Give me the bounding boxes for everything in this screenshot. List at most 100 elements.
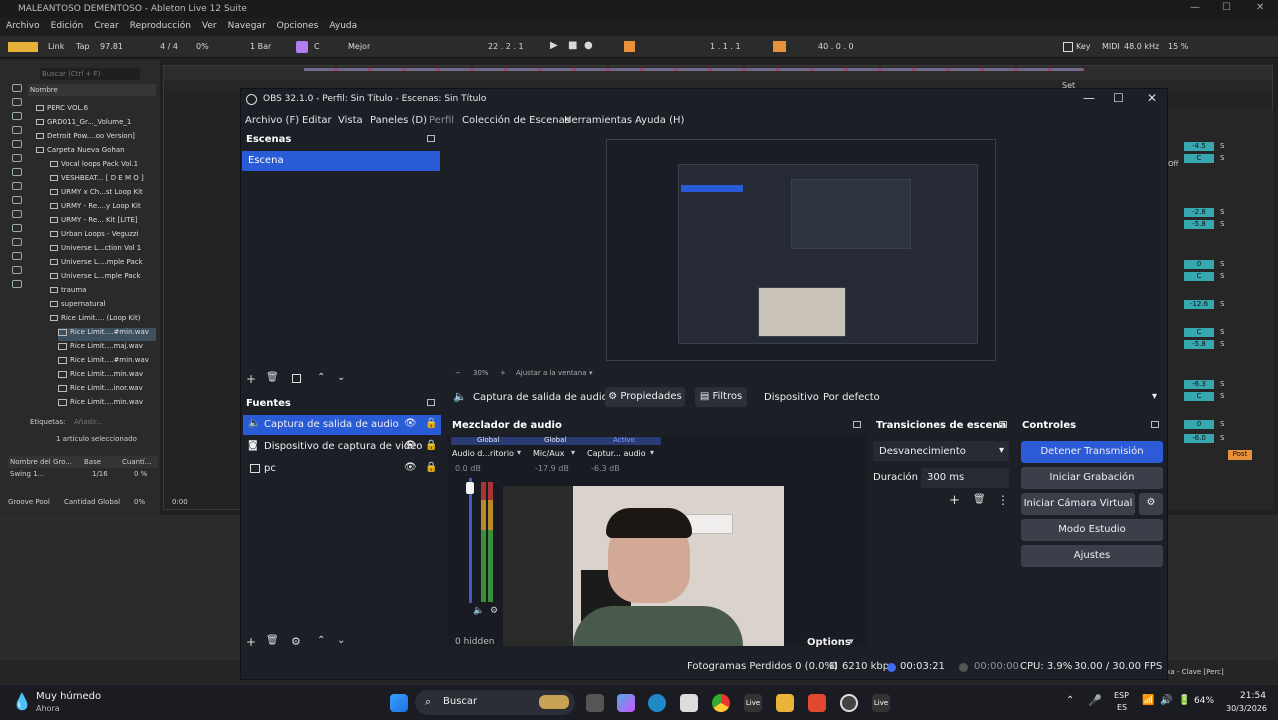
quality-menu[interactable]: Mejor: [348, 42, 370, 51]
browser-file[interactable]: Rice Limit....min.wav: [58, 370, 156, 383]
mute-speaker-icon[interactable]: 🔈: [473, 606, 484, 616]
track-solo-icon[interactable]: S: [1220, 300, 1224, 308]
obs-menu-vista[interactable]: Vista: [338, 115, 363, 126]
track-solo-icon[interactable]: S: [1220, 220, 1224, 228]
zoom-out-icon[interactable]: −: [455, 369, 461, 377]
language[interactable]: ESP: [1114, 691, 1129, 700]
weather-icon[interactable]: 💧: [12, 692, 32, 711]
browser-file[interactable]: Rice Limit....maj.wav: [58, 342, 156, 355]
obs-close-icon[interactable]: ✕: [1147, 91, 1157, 105]
menu-crear[interactable]: Crear: [88, 18, 124, 31]
key-root[interactable]: C: [314, 42, 320, 51]
track-volume[interactable]: -6.3: [1184, 380, 1214, 389]
dock-popout-icon[interactable]: [427, 399, 435, 406]
settings-button[interactable]: Ajustes: [1021, 545, 1163, 567]
menu-archivo[interactable]: Archivo: [0, 18, 45, 31]
channel-mic-aux[interactable]: Mic/Aux: [533, 449, 565, 458]
obs-maximize-icon[interactable]: ☐: [1113, 91, 1124, 105]
track-solo-icon[interactable]: S: [1220, 392, 1224, 400]
track-volume[interactable]: -2.8: [1184, 208, 1214, 217]
obs-menu-coleccion[interactable]: Colección de Escenas: [462, 115, 570, 126]
filters-button[interactable]: ▤ Filtros: [695, 387, 747, 407]
chevron-down-icon[interactable]: ▾: [650, 448, 654, 457]
quantize-menu[interactable]: 1 Bar: [250, 42, 271, 51]
volume-icon[interactable]: 🔊: [1160, 695, 1172, 706]
chevron-up-icon[interactable]: ⌃: [1066, 695, 1074, 706]
track-volume[interactable]: -4.5: [1184, 142, 1214, 151]
lock-icon[interactable]: 🔒: [425, 418, 437, 429]
chrome-icon[interactable]: [712, 694, 730, 712]
browser-folder[interactable]: PERC VOL.6: [36, 104, 88, 117]
remove-scene-icon[interactable]: 🗑: [266, 372, 279, 383]
lock-icon[interactable]: 🔒: [425, 462, 437, 473]
browser-folder[interactable]: Rice Limit.... (Loop Kit): [50, 314, 140, 327]
obs-menu-editar[interactable]: Editar: [302, 115, 332, 126]
battery-icon[interactable]: 🔋: [1178, 695, 1190, 706]
track-volume[interactable]: -12.6: [1184, 300, 1214, 309]
browser-folder[interactable]: supernatural: [50, 300, 106, 313]
post-button[interactable]: Post: [1228, 450, 1252, 460]
close-icon[interactable]: ✕: [1256, 2, 1264, 13]
chevron-down-icon[interactable]: ▾: [517, 448, 521, 457]
duration-spinbox[interactable]: 300 ms: [921, 468, 1009, 488]
obs-menu-paneles[interactable]: Paneles (D): [370, 115, 427, 126]
source-item-audio-output[interactable]: 🔈 Captura de salida de audio 👁 🔒: [243, 415, 441, 435]
track-solo-icon[interactable]: S: [1220, 260, 1224, 268]
loop-length[interactable]: 40 . 0 . 0: [818, 42, 854, 51]
visibility-eye-icon[interactable]: 👁: [404, 440, 417, 451]
stop-streaming-button[interactable]: Detener Transmisión: [1021, 441, 1163, 463]
start-recording-button[interactable]: Iniciar Grabación: [1021, 467, 1163, 489]
tags-add[interactable]: Añadir...: [74, 418, 103, 426]
drums-icon[interactable]: [12, 98, 22, 106]
lock-icon[interactable]: 🔒: [425, 440, 437, 451]
stop-icon[interactable]: ■: [568, 40, 577, 51]
audio-effects-icon[interactable]: [12, 126, 22, 134]
mixer-options[interactable]: Options: [807, 637, 851, 648]
browser-folder[interactable]: Detroit Pow....oo Version]: [36, 132, 135, 145]
visibility-eye-icon[interactable]: 👁: [404, 462, 417, 473]
channel-desktop-audio[interactable]: Audio d...ritorio: [452, 449, 514, 458]
remove-source-icon[interactable]: 🗑: [266, 635, 279, 646]
browser-folder[interactable]: Urban Loops - Veguzzi: [50, 230, 139, 243]
grooves-icon[interactable]: [12, 210, 22, 218]
menu-ayuda[interactable]: Ayuda: [323, 18, 362, 31]
source-properties-icon[interactable]: ⚙: [291, 635, 301, 648]
menu-opciones[interactable]: Opciones: [271, 18, 324, 31]
track-volume[interactable]: C: [1184, 328, 1214, 337]
transition-select[interactable]: Desvanecimiento ▾: [873, 441, 1009, 461]
dock-popout-icon[interactable]: [1151, 421, 1159, 428]
tap-button[interactable]: Tap: [76, 42, 90, 51]
places-icon[interactable]: [12, 252, 22, 260]
obs-menu-herramientas[interactable]: Herramientas: [564, 115, 632, 126]
menu-navegar[interactable]: Navegar: [222, 18, 271, 31]
clock-date[interactable]: 30/3/2026: [1226, 704, 1267, 713]
browser-search-input[interactable]: Buscar (Ctrl + F): [40, 68, 140, 80]
browser-folder[interactable]: VESHBEAT... [ D E M O ]: [50, 174, 144, 187]
track-solo-icon[interactable]: S: [1220, 154, 1224, 162]
automation-arm-icon[interactable]: [624, 41, 635, 52]
key-map-button[interactable]: Key: [1076, 42, 1091, 51]
remove-transition-icon[interactable]: 🗑: [973, 494, 986, 505]
templates-icon[interactable]: [12, 238, 22, 246]
browser-file[interactable]: Rice Limit....inor.wav: [58, 384, 156, 397]
browser-folder[interactable]: Vocal loops Pack Vol.1: [50, 160, 138, 173]
user-library-icon[interactable]: [12, 280, 22, 288]
dock-popout-icon[interactable]: [999, 421, 1007, 428]
obs-menu-ayuda[interactable]: Ayuda (H): [635, 115, 684, 126]
dock-popout-icon[interactable]: [427, 135, 435, 142]
groove-row[interactable]: Swing 1... 1/16 0 %: [8, 470, 158, 482]
add-scene-icon[interactable]: +: [246, 372, 256, 386]
instruments-icon[interactable]: [12, 112, 22, 120]
volume-slider[interactable]: [469, 478, 472, 603]
channel-capture-audio[interactable]: Captur... audio: [587, 449, 646, 458]
add-source-icon[interactable]: +: [246, 635, 256, 649]
move-down-icon[interactable]: ⌄: [337, 635, 345, 646]
windows-start-icon[interactable]: [390, 694, 408, 712]
record-icon[interactable]: ●: [584, 40, 593, 51]
track-volume[interactable]: C: [1184, 154, 1214, 163]
browser-folder[interactable]: URMY - Re....y Loop Kit: [50, 202, 141, 215]
groove-item-quant[interactable]: 0 %: [134, 470, 147, 478]
chevron-down-icon[interactable]: ▾: [571, 448, 575, 457]
track-solo-icon[interactable]: S: [1220, 380, 1224, 388]
dock-popout-icon[interactable]: [853, 421, 861, 428]
